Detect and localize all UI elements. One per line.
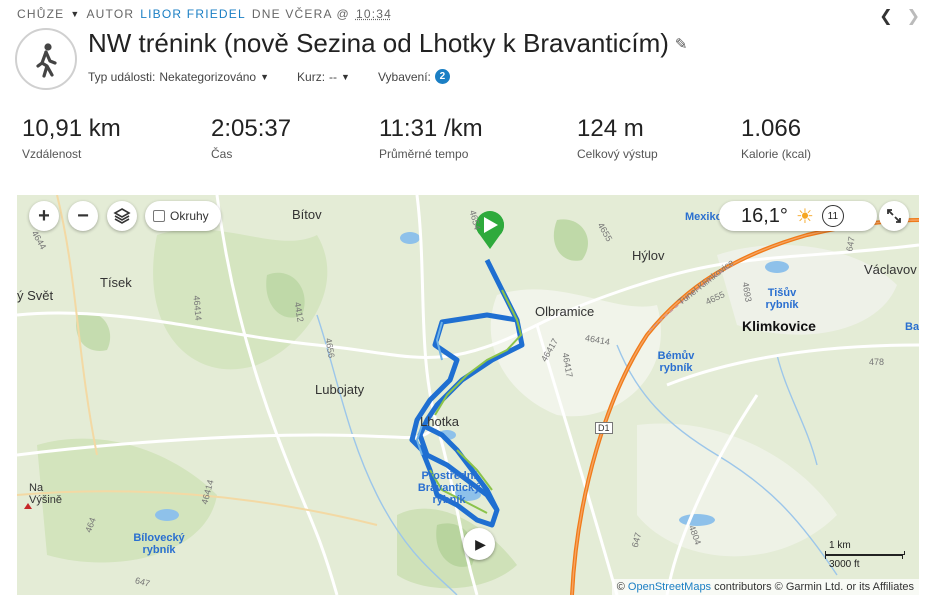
okruhy-checkbox[interactable] xyxy=(153,210,165,222)
activity-time: 10:34 xyxy=(355,7,392,21)
author-prefix: AUTOR xyxy=(86,7,135,21)
attribution-prefix: © xyxy=(616,581,625,593)
activity-type-dropdown-icon[interactable]: ▼ xyxy=(70,9,80,19)
activity-title[interactable]: NW trénink (nově Sezina od Lhotky k Brav… xyxy=(88,28,687,59)
stat-label: Vzdálenost xyxy=(22,147,82,161)
author-link[interactable]: LIBOR FRIEDEL xyxy=(140,7,246,21)
stat-label: Kalorie (kcal) xyxy=(741,147,812,161)
chevron-down-icon[interactable]: ▼ xyxy=(260,72,269,82)
activity-meta: Typ události: Nekategorizováno ▼ Kurz: -… xyxy=(88,69,450,84)
layers-button[interactable] xyxy=(107,201,137,231)
scale-km: 1 km xyxy=(829,540,851,551)
scale-ft: 3000 ft xyxy=(829,559,860,570)
place-label: Lubojaty xyxy=(315,382,365,397)
sun-icon: ☀ xyxy=(795,205,814,228)
place-label: Hýlov xyxy=(632,248,665,263)
walking-icon xyxy=(15,28,77,90)
stat-value: 2:05:37 xyxy=(211,115,292,142)
openstreetmaps-link[interactable]: OpenStreetMaps xyxy=(628,581,711,593)
okruhy-label[interactable]: Okruhy xyxy=(170,209,209,223)
place-label: Bítov xyxy=(292,207,322,222)
stat-pace: 11:31 /km Průměrné tempo xyxy=(379,115,483,161)
event-type-value[interactable]: Nekategorizováno xyxy=(159,70,256,84)
course-value[interactable]: -- xyxy=(329,70,337,84)
date-prefix: DNE VČERA @ xyxy=(251,7,350,21)
highway-label: D1 xyxy=(595,422,613,434)
place-label: Lhotka xyxy=(420,414,460,429)
road-number: 478 xyxy=(869,357,885,367)
water-label: Bémův rybník xyxy=(657,350,695,374)
water-label: Prostřední Bravantický rybník xyxy=(417,470,481,506)
previous-activity-icon[interactable]: ❮ xyxy=(879,6,892,26)
water-label: Bílovecký rybník xyxy=(133,532,185,556)
stat-value: 11:31 /km xyxy=(379,115,483,142)
activity-map[interactable]: Bítov Tísek ý Svět Olbramice Lubojaty Lh… xyxy=(17,195,919,595)
place-label: Tísek xyxy=(100,275,132,290)
stat-time: 2:05:37 Čas xyxy=(211,115,291,161)
gear-label: Vybavení: xyxy=(377,69,431,84)
course-label: Kurz: xyxy=(297,69,326,84)
stat-label: Průměrné tempo xyxy=(379,147,469,161)
stat-value: 124 m xyxy=(577,115,644,142)
place-label: Olbramice xyxy=(535,304,595,319)
stat-distance: 10,91 km Vzdálenost xyxy=(22,115,121,161)
play-button[interactable]: ▶ xyxy=(463,528,495,560)
weather-widget: 16,1° ☀ 11 xyxy=(719,201,877,231)
stat-calories: 1.066 Kalorie (kcal) xyxy=(741,115,811,161)
place-label: Mexiko xyxy=(685,211,723,223)
next-activity-icon[interactable]: ❯ xyxy=(907,6,920,26)
place-label: Václavov xyxy=(864,262,917,277)
chevron-down-icon[interactable]: ▼ xyxy=(341,72,350,82)
fullscreen-button[interactable] xyxy=(879,201,909,231)
place-label: Na Výšině xyxy=(29,482,63,506)
activity-title-text[interactable]: NW trénink (nově Sezina od Lhotky k Brav… xyxy=(88,28,669,59)
map-attribution: © OpenStreetMaps contributors © Garmin L… xyxy=(611,579,919,595)
temperature: 16,1° xyxy=(741,204,788,227)
wind-speed-icon: 11 xyxy=(821,205,844,227)
edit-pencil-icon[interactable]: ✎ xyxy=(675,35,688,53)
activity-type: CHŮZE xyxy=(17,7,65,21)
layers-icon xyxy=(113,208,131,224)
attribution-text: contributors © Garmin Ltd. or its Affili… xyxy=(714,581,914,593)
activity-header-bar: CHŮZE ▼ AUTOR LIBOR FRIEDEL DNE VČERA @ … xyxy=(17,6,392,22)
gear-count-badge[interactable]: 2 xyxy=(434,69,450,84)
stat-value: 10,91 km xyxy=(22,115,121,142)
okruhy-toggle[interactable]: Okruhy xyxy=(145,201,221,231)
place-label: ý Svět xyxy=(17,288,54,303)
map-scale: 1 km 3000 ft xyxy=(825,540,905,570)
stat-ascent: 124 m Celkový výstup xyxy=(577,115,658,161)
zoom-out-button[interactable]: − xyxy=(68,201,98,231)
event-type-label: Typ události: xyxy=(88,69,156,84)
water-label: Tišův rybník xyxy=(765,287,799,311)
stat-label: Čas xyxy=(211,147,233,161)
gear-selector[interactable]: Vybavení: 2 xyxy=(378,69,450,84)
activity-navigation: ❮ ❯ xyxy=(879,6,920,26)
course-selector[interactable]: Kurz: -- ▼ xyxy=(297,70,350,84)
stat-value: 1.066 xyxy=(741,115,802,142)
place-label: Klimkovice xyxy=(742,318,816,334)
road-number: 46414 xyxy=(191,295,204,321)
water-label: Ba xyxy=(905,321,919,333)
stat-label: Celkový výstup xyxy=(577,147,658,161)
expand-icon xyxy=(887,209,901,223)
event-type-selector[interactable]: Typ události: Nekategorizováno ▼ xyxy=(88,70,269,84)
zoom-in-button[interactable]: + xyxy=(29,201,59,231)
